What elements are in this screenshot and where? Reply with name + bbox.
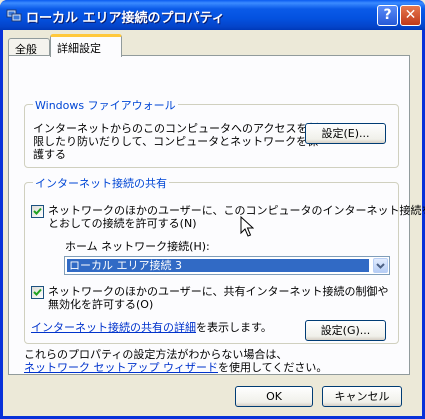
allow-share-label[interactable]: ネットワークのほかのユーザーに、このコンピュータのインターネット接続を とおして… bbox=[48, 204, 425, 230]
firewall-desc-line: 限したり防いだりして、コンピュータとネットワークを保 bbox=[33, 135, 319, 148]
network-setup-wizard-link[interactable]: ネットワーク セットアップ ウィザード bbox=[24, 361, 218, 374]
close-x-icon: ✕ bbox=[404, 7, 417, 23]
title-bar[interactable]: ローカル エリア接続のプロパティ ? ✕ bbox=[0, 0, 425, 30]
home-network-selected-value: ローカル エリア接続 3 bbox=[66, 258, 370, 273]
firewall-group: Windows ファイアウォール インターネットからのこのコンピュータへのアクセ… bbox=[24, 97, 399, 168]
tab-advanced[interactable]: 詳細設定 bbox=[50, 34, 122, 57]
ics-details-link[interactable]: インターネット接続の共有の詳細 bbox=[31, 321, 196, 334]
firewall-desc-line: 護する bbox=[33, 148, 66, 161]
chevron-down-icon bbox=[376, 263, 385, 269]
allow-control-checkbox[interactable] bbox=[31, 286, 44, 299]
mouse-pointer-icon bbox=[240, 216, 254, 237]
firewall-desc-line: インターネットからのこのコンピュータへのアクセスを制 bbox=[33, 122, 319, 135]
ok-button[interactable]: OK bbox=[235, 386, 313, 407]
firewall-group-title: Windows ファイアウォール bbox=[33, 97, 178, 113]
allow-control-label[interactable]: ネットワークのほかのユーザーに、共有インターネット接続の制御や 無効化を許可する… bbox=[48, 285, 388, 311]
allow-share-checkbox[interactable] bbox=[31, 205, 44, 218]
dropdown-button[interactable] bbox=[373, 258, 388, 273]
firewall-settings-button[interactable]: 設定(E)... bbox=[305, 123, 386, 144]
cancel-button[interactable]: キャンセル bbox=[322, 386, 402, 407]
ics-settings-button[interactable]: 設定(G)... bbox=[305, 320, 386, 341]
allow-control-label-line: ネットワークのほかのユーザーに、共有インターネット接続の制御や bbox=[48, 285, 389, 298]
properties-window: ローカル エリア接続のプロパティ ? ✕ 全般 詳細設定 Windows ファイ… bbox=[0, 0, 425, 419]
help-text: これらのプロパティの設定方法がわからない場合は、 ネットワーク セットアップ ウ… bbox=[24, 348, 327, 374]
checkmark-icon bbox=[33, 207, 42, 215]
allow-share-label-line: ネットワークのほかのユーザーに、このコンピュータのインターネット接続を bbox=[48, 204, 425, 217]
question-mark-icon: ? bbox=[383, 7, 392, 23]
ics-details-suffix: を表示します。 bbox=[196, 321, 272, 334]
window-title: ローカル エリア接続のプロパティ bbox=[26, 11, 225, 26]
advanced-tab-panel: Windows ファイアウォール インターネットからのこのコンピュータへのアクセ… bbox=[8, 55, 425, 375]
allow-control-label-line: 無効化を許可する(O) bbox=[48, 298, 154, 311]
home-network-select[interactable]: ローカル エリア接続 3 bbox=[64, 256, 390, 275]
ics-group: インターネット接続の共有 ネットワークのほかのユーザーに、このコンピュータのイン… bbox=[24, 175, 425, 344]
dialog-client: 全般 詳細設定 Windows ファイアウォール インターネットからのこのコンピ… bbox=[3, 30, 425, 416]
allow-share-label-line: とおしての接続を許可する(N) bbox=[48, 217, 197, 230]
checkmark-icon bbox=[33, 288, 42, 296]
help-text-line: これらのプロパティの設定方法がわからない場合は、 bbox=[24, 348, 288, 361]
tab-general[interactable]: 全般 bbox=[8, 38, 50, 56]
help-text-suffix: を使用してください。 bbox=[218, 361, 328, 374]
firewall-description: インターネットからのこのコンピュータへのアクセスを制 限したり防いだりして、コン… bbox=[33, 122, 318, 161]
ics-details-text: インターネット接続の共有の詳細を表示します。 bbox=[31, 321, 272, 334]
ics-group-title: インターネット接続の共有 bbox=[33, 175, 169, 191]
help-button[interactable]: ? bbox=[377, 5, 398, 26]
close-button[interactable]: ✕ bbox=[400, 5, 421, 26]
network-connection-icon bbox=[6, 9, 22, 22]
home-network-label: ホーム ネットワーク接続(H): bbox=[65, 240, 210, 253]
